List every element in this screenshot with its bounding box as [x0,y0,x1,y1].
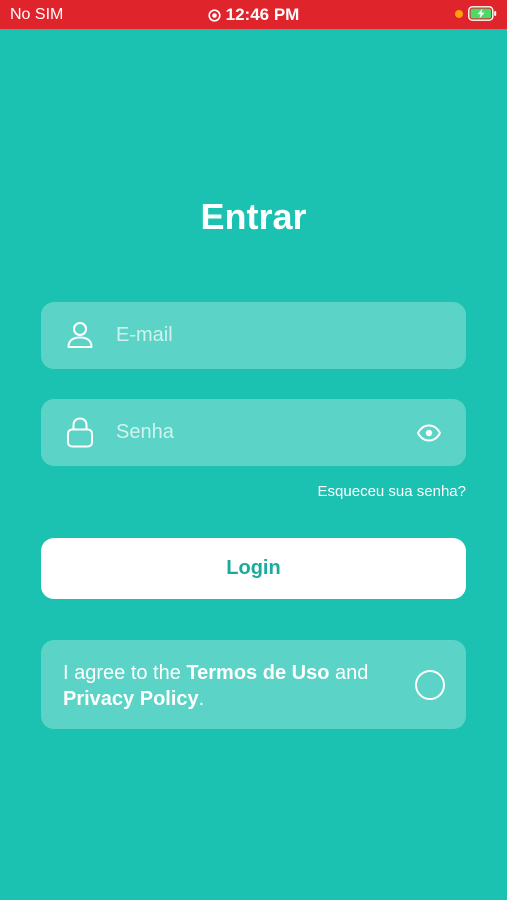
location-icon [208,9,221,22]
eye-icon[interactable] [416,421,442,445]
email-input[interactable] [116,302,396,369]
orange-dot-icon [455,9,463,18]
terms-agreement-text: I agree to the Termos de Uso and Privacy… [63,660,403,712]
status-right [455,6,497,21]
email-field-container[interactable] [41,302,466,369]
time-label: 12:46 PM [225,5,300,24]
radio-circle-icon[interactable] [415,670,445,700]
password-input[interactable] [116,399,396,466]
status-time: 12:46 PM [0,5,507,25]
terms-of-use-link[interactable]: Termos de Uso [186,662,329,684]
status-bar: No SIM 12:46 PM [0,0,507,29]
password-field-container[interactable] [41,399,466,466]
agree-suffix: . [198,688,205,710]
battery-charging-icon [468,6,497,21]
user-icon [65,318,95,352]
login-button[interactable]: Login [41,538,466,599]
agree-prefix: I agree to the [63,662,187,684]
page-title: Entrar [200,196,307,237]
agree-middle: and [329,662,369,684]
privacy-policy-link[interactable]: Privacy Policy [63,688,199,710]
forgot-password-link[interactable]: Esqueceu sua senha? [318,483,466,500]
terms-agreement-box[interactable]: I agree to the Termos de Uso and Privacy… [41,640,466,729]
lock-icon [65,415,95,449]
